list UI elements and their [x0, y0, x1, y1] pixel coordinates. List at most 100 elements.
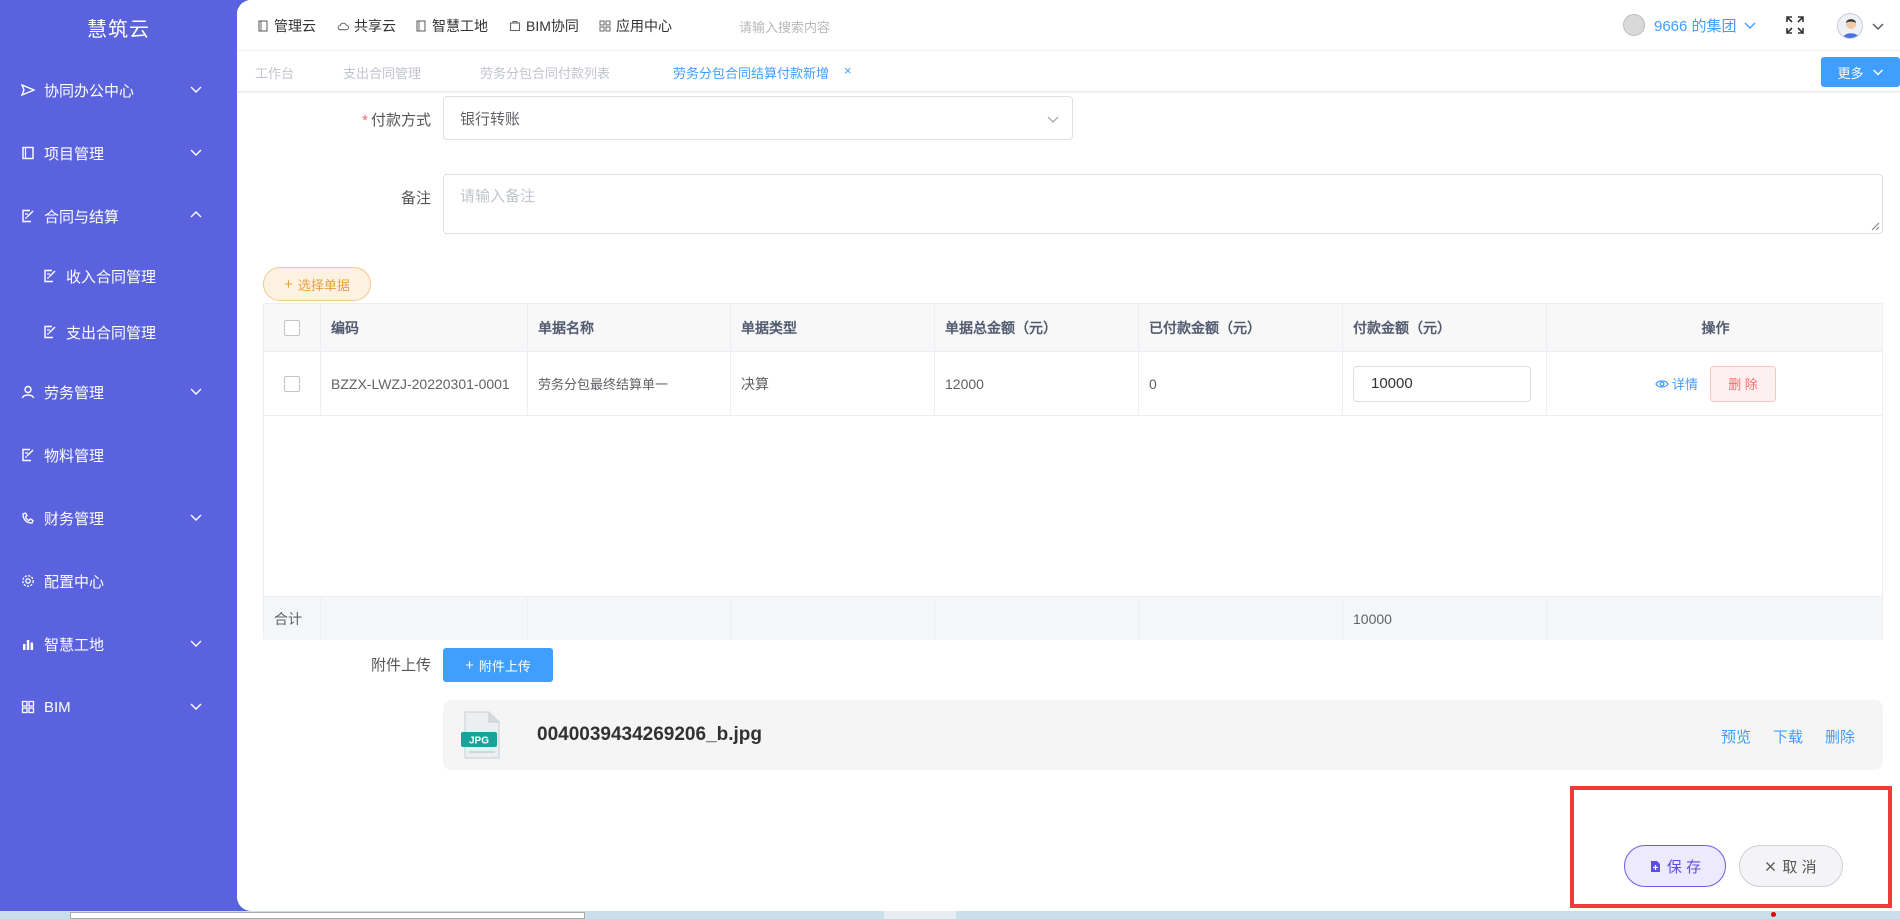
- top-link-label: BIM协同: [526, 18, 579, 34]
- fullscreen-icon[interactable]: [1785, 15, 1805, 35]
- summary-empty: [935, 597, 1139, 640]
- attachment-item: JPG 0040039434269206_b.jpg 预览 下载 删除: [443, 700, 1883, 770]
- phone-icon: [20, 510, 36, 526]
- sidebar-item-smart-site[interactable]: 智慧工地: [0, 624, 237, 664]
- tab-workbench[interactable]: 工作台: [255, 63, 294, 82]
- summary-empty: [731, 597, 935, 640]
- sidebar-item-project[interactable]: 项目管理: [0, 133, 237, 173]
- row-checkbox-cell: [264, 352, 321, 415]
- payment-method-value: 银行转账: [460, 110, 521, 128]
- cell-doc-name: 劳务分包最终结算单一: [528, 352, 731, 415]
- bar-chart-icon: [20, 636, 36, 652]
- sidebar-item-label: 配置中心: [44, 573, 105, 591]
- edit-doc-icon: [20, 208, 36, 224]
- remark-label: 备注: [400, 190, 431, 207]
- preview-link[interactable]: 预览: [1721, 726, 1751, 747]
- payment-method-select[interactable]: 银行转账: [443, 96, 1073, 140]
- plus-icon: +: [465, 656, 474, 674]
- chevron-down-icon: [1744, 22, 1756, 29]
- jpg-file-icon: JPG: [461, 711, 500, 759]
- tab-expense-contract[interactable]: 支出合同管理: [343, 63, 421, 82]
- top-link-shared-cloud[interactable]: 共享云: [337, 16, 396, 36]
- top-link-management-cloud[interactable]: 管理云: [257, 16, 316, 36]
- cell-paid-amount: 0: [1139, 352, 1343, 415]
- select-documents-button[interactable]: + 选择单据: [263, 267, 371, 301]
- top-link-bim-collab[interactable]: BIM协同: [509, 16, 579, 36]
- taskbar-strip: [0, 911, 1900, 919]
- group-name: 9666 的集团: [1654, 17, 1737, 35]
- attachment-file-name: 0040039434269206_b.jpg: [537, 724, 763, 745]
- top-link-smart-site[interactable]: 智慧工地: [415, 16, 488, 36]
- pay-amount-input[interactable]: 10000: [1353, 365, 1531, 402]
- sidebar-item-labor[interactable]: 劳务管理: [0, 372, 237, 412]
- top-link-label: 管理云: [274, 18, 316, 34]
- sidebar-item-finance[interactable]: 财务管理: [0, 498, 237, 538]
- chevron-down-icon[interactable]: [1871, 19, 1885, 33]
- sidebar-item-contract[interactable]: 合同与结算: [0, 196, 237, 236]
- summary-empty: [528, 597, 731, 640]
- upload-attachment-button[interactable]: + 附件上传: [443, 648, 553, 682]
- top-link-label: 智慧工地: [432, 18, 488, 34]
- sidebar-item-label: 物料管理: [44, 447, 105, 465]
- tab-labor-settlement-new[interactable]: 劳务分包合同结算付款新增: [673, 63, 829, 82]
- payment-method-label-text: 付款方式: [370, 112, 431, 129]
- sidebar-item-bim[interactable]: BIM: [0, 687, 237, 727]
- book-icon: [257, 20, 269, 32]
- summary-empty: [321, 597, 528, 640]
- close-icon[interactable]: ×: [844, 63, 852, 78]
- resize-handle-icon[interactable]: [1868, 219, 1880, 231]
- gear-icon: [20, 573, 36, 589]
- detail-label: 详情: [1671, 377, 1698, 392]
- more-tabs-button[interactable]: 更多: [1821, 57, 1900, 87]
- remark-textarea[interactable]: 请输入备注: [443, 174, 1883, 234]
- file-type-label: JPG: [469, 736, 489, 747]
- documents-table: 编码 单据名称 单据类型 单据总金额（元） 已付款金额（元） 付款金额（元） 操…: [263, 303, 1883, 640]
- table-row: BZZX-LWZJ-20220301-0001 劳务分包最终结算单一 决算 12…: [264, 352, 1882, 416]
- sidebar-item-collab-office[interactable]: 协同办公中心: [0, 70, 237, 110]
- detail-link[interactable]: 详情: [1655, 374, 1698, 393]
- header-actions: 操作: [1701, 319, 1730, 336]
- chevron-down-icon: [1047, 116, 1059, 123]
- delete-file-link[interactable]: 删除: [1825, 726, 1855, 747]
- sidebar-item-config[interactable]: 配置中心: [0, 561, 237, 601]
- attachment-label: 附件上传: [370, 657, 431, 674]
- cell-code: BZZX-LWZJ-20220301-0001: [321, 352, 528, 415]
- sidebar-item-label: 智慧工地: [44, 636, 105, 654]
- chevron-down-icon: [190, 388, 202, 395]
- top-link-label: 应用中心: [616, 18, 672, 34]
- top-link-label: 共享云: [354, 18, 396, 34]
- edit-doc-icon: [42, 268, 58, 284]
- delete-row-button[interactable]: 删 除: [1710, 365, 1776, 402]
- top-link-app-center[interactable]: 应用中心: [599, 16, 672, 36]
- user-avatar[interactable]: [1837, 13, 1863, 39]
- sidebar-item-expense-contract[interactable]: 支出合同管理: [0, 312, 237, 352]
- select-all-checkbox[interactable]: [284, 319, 300, 336]
- row-checkbox[interactable]: [284, 375, 300, 392]
- edit-doc-icon: [20, 447, 36, 463]
- sidebar-item-label: 合同与结算: [44, 208, 120, 226]
- chevron-down-icon: [190, 514, 202, 521]
- cell-doc-type: 决算: [731, 352, 935, 415]
- sidebar-item-material[interactable]: 物料管理: [0, 435, 237, 475]
- header-doc-type: 单据类型: [731, 304, 935, 351]
- sidebar-item-income-contract[interactable]: 收入合同管理: [0, 256, 237, 296]
- chevron-down-icon: [190, 640, 202, 647]
- sidebar-item-label: 项目管理: [44, 145, 105, 163]
- sidebar-item-label: 劳务管理: [44, 384, 105, 402]
- app-logo: 慧筑云: [87, 19, 150, 41]
- payment-method-label: * 付款方式: [337, 109, 431, 130]
- grid-icon: [599, 20, 611, 32]
- global-search-input[interactable]: 请输入搜索内容: [739, 17, 830, 36]
- group-switcher[interactable]: 9666 的集团: [1623, 14, 1757, 36]
- header-paid-amount: 已付款金额（元）: [1139, 304, 1343, 351]
- highlight-annotation-box: [1570, 786, 1892, 908]
- book-icon: [415, 20, 427, 32]
- top-navbar: 管理云 共享云 智慧工地 BIM协同 应用中心 请输入搜索内容 9666 的集团: [237, 0, 1900, 50]
- grid-icon: [20, 699, 36, 715]
- book-icon: [20, 145, 36, 161]
- download-link[interactable]: 下载: [1773, 726, 1803, 747]
- taskbar-window: [70, 912, 585, 919]
- tab-labor-payment-list[interactable]: 劳务分包合同付款列表: [480, 63, 610, 82]
- taskbar-segment: [884, 911, 956, 919]
- tabs-bar: 工作台 支出合同管理 劳务分包合同付款列表 劳务分包合同结算付款新增 × 更多: [237, 50, 1900, 92]
